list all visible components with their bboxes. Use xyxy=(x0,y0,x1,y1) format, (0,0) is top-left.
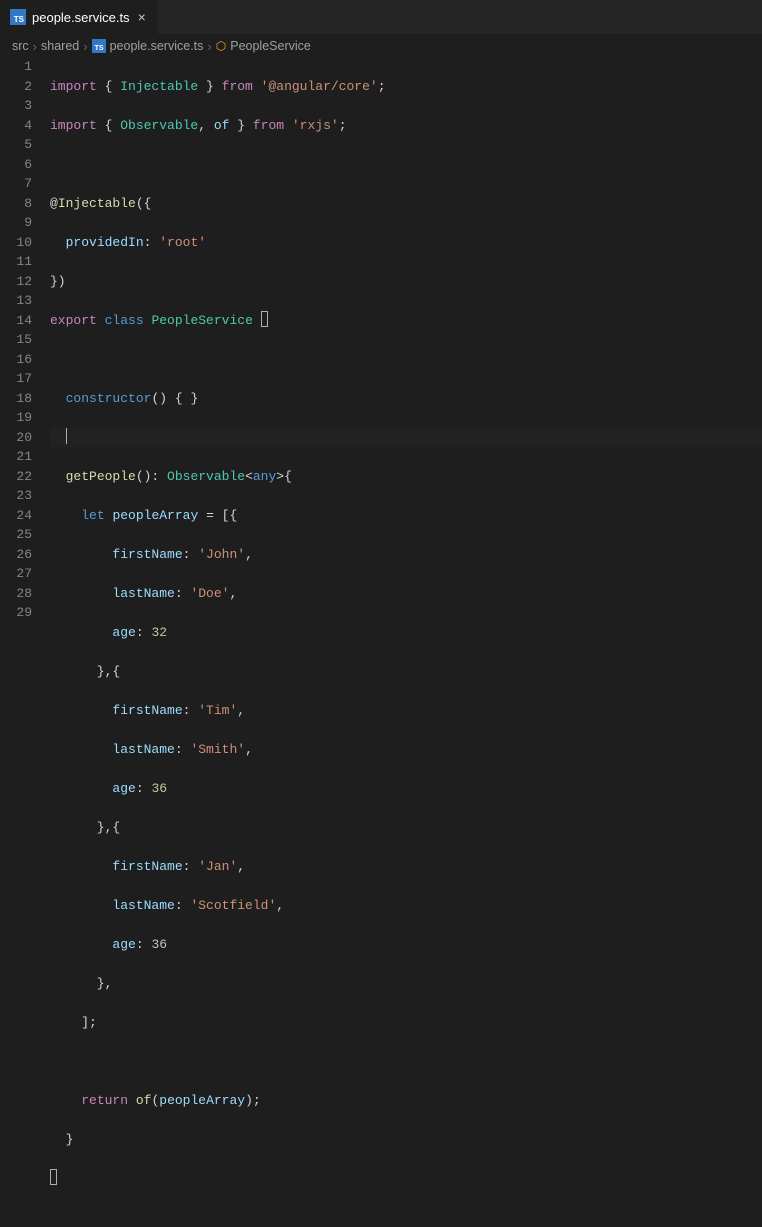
line-number: 1 xyxy=(0,57,32,77)
line-number: 17 xyxy=(0,369,32,389)
breadcrumb-item[interactable]: shared xyxy=(41,39,79,53)
tab-bar: TS people.service.ts × xyxy=(0,0,762,35)
class-symbol-icon: ⬡ xyxy=(216,39,226,53)
line-number: 8 xyxy=(0,194,32,214)
line-number: 13 xyxy=(0,291,32,311)
line-number: 25 xyxy=(0,525,32,545)
line-number: 26 xyxy=(0,545,32,565)
brace-highlight xyxy=(261,311,268,327)
breadcrumb-item[interactable]: ⬡ PeopleService xyxy=(216,39,311,53)
code-editor[interactable]: 1234567891011121314151617181920212223242… xyxy=(0,57,762,1227)
breadcrumb-label: PeopleService xyxy=(230,39,311,53)
chevron-right-icon: › xyxy=(33,39,37,54)
chevron-right-icon: › xyxy=(83,39,87,54)
chevron-right-icon: › xyxy=(207,39,211,54)
line-number: 12 xyxy=(0,272,32,292)
close-icon[interactable]: × xyxy=(136,9,148,25)
line-number: 20 xyxy=(0,428,32,448)
breadcrumb-item[interactable]: src xyxy=(12,39,29,53)
line-number: 9 xyxy=(0,213,32,233)
breadcrumb: src › shared › TS people.service.ts › ⬡ … xyxy=(0,35,762,57)
line-number: 22 xyxy=(0,467,32,487)
typescript-icon: TS xyxy=(92,39,106,53)
line-number: 19 xyxy=(0,408,32,428)
line-number: 4 xyxy=(0,116,32,136)
breadcrumb-item[interactable]: TS people.service.ts xyxy=(92,39,204,53)
text-cursor xyxy=(66,428,67,444)
line-number: 29 xyxy=(0,603,32,623)
line-number: 18 xyxy=(0,389,32,409)
line-number: 28 xyxy=(0,584,32,604)
line-number: 24 xyxy=(0,506,32,526)
tab-people-service[interactable]: TS people.service.ts × xyxy=(0,0,159,34)
line-number: 27 xyxy=(0,564,32,584)
line-number: 15 xyxy=(0,330,32,350)
line-number: 2 xyxy=(0,77,32,97)
breadcrumb-label: people.service.ts xyxy=(110,39,204,53)
line-number: 6 xyxy=(0,155,32,175)
line-number: 23 xyxy=(0,486,32,506)
line-number: 21 xyxy=(0,447,32,467)
line-number-gutter: 1234567891011121314151617181920212223242… xyxy=(0,57,50,1227)
line-number: 14 xyxy=(0,311,32,331)
tab-label: people.service.ts xyxy=(32,10,130,25)
line-number: 7 xyxy=(0,174,32,194)
brace-highlight xyxy=(50,1169,57,1185)
typescript-icon: TS xyxy=(10,9,26,25)
line-number: 10 xyxy=(0,233,32,253)
line-number: 3 xyxy=(0,96,32,116)
code-content[interactable]: import { Injectable } from '@angular/cor… xyxy=(50,57,762,1227)
line-number: 16 xyxy=(0,350,32,370)
line-number: 5 xyxy=(0,135,32,155)
line-number: 11 xyxy=(0,252,32,272)
